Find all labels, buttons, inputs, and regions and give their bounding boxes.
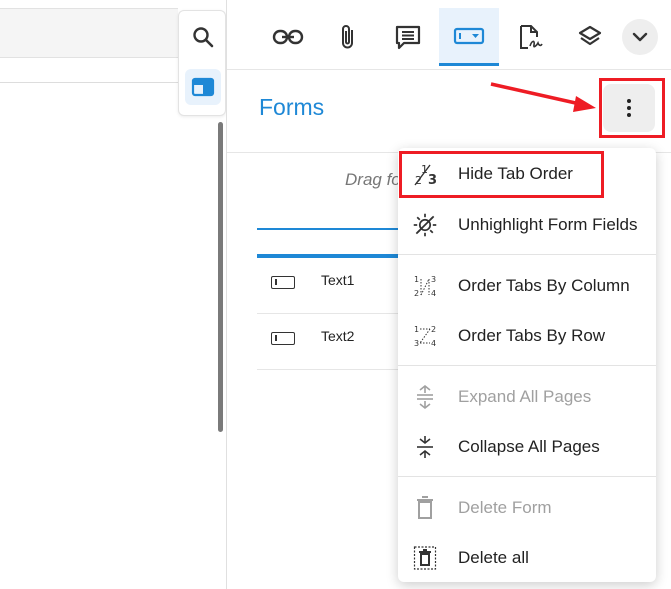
delete-all-icon [412,545,438,571]
annotation-highlight-box [399,151,604,198]
expand-icon [412,384,438,410]
panel-title: Forms [259,94,325,120]
chevron-down-icon [632,32,648,42]
svg-text:4: 4 [431,289,436,298]
menu-item-label: Order Tabs By Row [458,326,606,345]
panel-icon [191,77,215,97]
link-button[interactable] [263,8,313,66]
svg-text:1: 1 [414,325,419,334]
menu-item-unhighlight-form-fields[interactable]: Unhighlight Form Fields [398,200,656,250]
menu-item-order-tabs-by-row[interactable]: 1 2 3 4 Order Tabs By Row [398,311,656,361]
order-column-icon: 1 2 3 4 [412,273,438,299]
menu-item-label: Collapse All Pages [458,437,600,456]
layers-button[interactable] [565,8,615,66]
more-options-menu: 2 1 3 Hide Tab Order [398,148,656,582]
field-label: Text1 [321,272,355,288]
comment-button[interactable] [383,8,433,66]
form-field-row[interactable]: Text1 [257,258,402,314]
collapse-icon [412,434,438,460]
menu-item-delete-form: Delete Form [398,483,656,533]
menu-item-order-tabs-by-column[interactable]: 1 2 3 4 Order Tabs By Column [398,261,656,311]
unhighlight-icon [412,212,438,238]
search-icon [193,27,214,48]
svg-text:2: 2 [414,289,419,298]
drop-zone-line [257,228,402,230]
signature-icon [520,25,543,49]
menu-item-label: Unhighlight Form Fields [458,215,638,234]
svg-text:4: 4 [431,339,436,348]
order-row-icon: 1 2 3 4 [412,323,438,349]
trash-icon [412,495,438,521]
menu-separator [398,476,656,477]
svg-text:3: 3 [431,275,436,284]
menu-item-label: Delete all [458,548,529,567]
form-field-icon [453,27,485,44]
layers-icon [578,25,602,46]
more-tools-button[interactable] [622,19,658,55]
search-button[interactable] [185,19,221,55]
menu-item-label: Expand All Pages [458,387,592,406]
field-label: Text2 [321,328,355,344]
panel-button[interactable] [185,69,221,105]
menu-separator [398,365,656,366]
text-field-icon [271,332,295,345]
drag-hint: Drag fo [345,170,401,189]
form-fields-button[interactable] [439,8,499,66]
menu-item-expand-all-pages: Expand All Pages [398,372,656,422]
menu-separator [398,254,656,255]
document-toolbar-strip [0,8,178,58]
signature-button[interactable] [505,8,555,66]
form-field-row[interactable]: Text2 [257,314,402,370]
paperclip-icon [342,25,353,49]
panel-toolbar [227,0,671,70]
menu-item-label: Order Tabs By Column [458,276,630,295]
svg-text:1: 1 [414,275,419,284]
link-icon [272,29,304,45]
annotation-highlight-box [599,78,665,138]
svg-text:3: 3 [414,339,419,348]
svg-text:2: 2 [431,325,436,334]
comment-icon [395,25,421,50]
menu-item-delete-all[interactable]: Delete all [398,533,656,583]
attachment-button[interactable] [323,8,373,66]
text-field-icon [271,276,295,289]
document-scrollbar[interactable] [218,122,223,432]
side-toolbar [178,10,226,116]
screenshot-stage: Forms Drag fo Text1 Text2 2 [0,0,671,589]
menu-item-collapse-all-pages[interactable]: Collapse All Pages [398,422,656,472]
menu-item-label: Delete Form [458,498,552,517]
